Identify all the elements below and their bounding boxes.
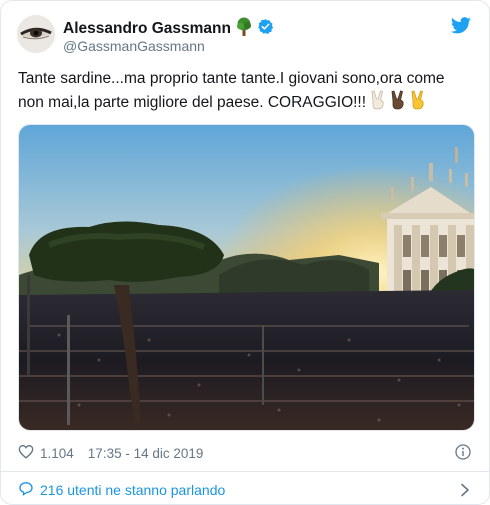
victory-hand-yellow-icon — [410, 90, 426, 117]
comment-icon — [18, 481, 34, 499]
avatar[interactable] — [17, 15, 55, 53]
verified-badge-icon — [257, 18, 274, 40]
like-count[interactable]: 1.104 — [40, 446, 74, 461]
tweet-footer: 1.104 17:35 - 14 dic 2019 — [18, 444, 203, 462]
chevron-right-icon[interactable] — [459, 483, 471, 497]
tree-icon — [235, 17, 253, 41]
victory-hand-dark-icon — [390, 90, 406, 117]
author-name[interactable]: Alessandro Gassmann — [63, 20, 231, 38]
info-icon[interactable] — [455, 444, 471, 460]
heart-icon[interactable] — [18, 444, 34, 462]
timestamp[interactable]: 17:35 - 14 dic 2019 — [88, 446, 204, 461]
victory-hand-light-icon — [370, 90, 386, 117]
tweet-photo[interactable] — [18, 124, 475, 431]
divider — [1, 471, 489, 472]
tweet-card: Alessandro Gassmann @GassmanGassmann Tan… — [0, 0, 490, 505]
author-handle[interactable]: @GassmanGassmann — [63, 38, 205, 54]
tweet-text: Tante sardine...ma proprio tante tante.I… — [18, 67, 473, 117]
conversation-label[interactable]: 216 utenti ne stanno parlando — [40, 482, 225, 498]
twitter-bird-icon[interactable] — [450, 17, 471, 34]
emoji-group — [370, 90, 426, 117]
conversation-link[interactable]: 216 utenti ne stanno parlando — [18, 481, 225, 499]
